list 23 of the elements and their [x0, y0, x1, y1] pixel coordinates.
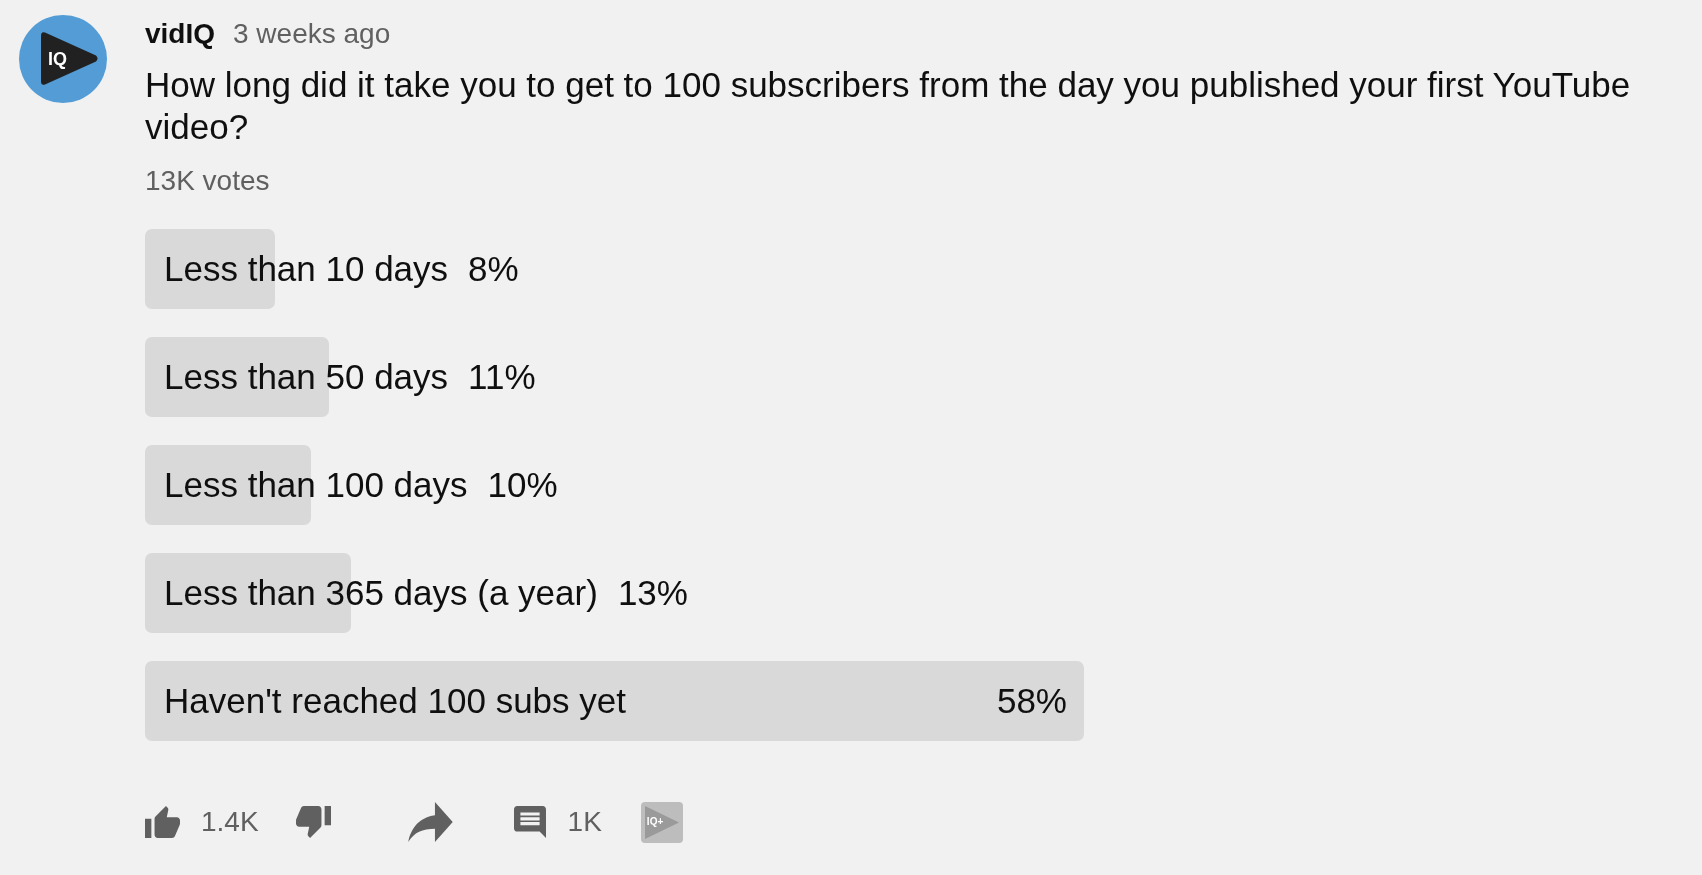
poll-option[interactable]: Haven't reached 100 subs yet 58% [145, 661, 1084, 741]
like-button[interactable] [145, 806, 180, 838]
poll-question: How long did it take you to get to 100 subscribers from the day you published your first YouTube video? [145, 64, 1632, 148]
channel-avatar[interactable]: IQ [19, 15, 107, 103]
share-button[interactable] [407, 802, 453, 842]
poll-option[interactable]: Less than 50 days 11% [145, 337, 1084, 417]
vote-count: 13K votes [145, 164, 270, 198]
poll-option[interactable]: Less than 10 days 8% [145, 229, 1084, 309]
dislike-button[interactable] [295, 806, 331, 838]
comment-icon [513, 806, 546, 838]
comment-count: 1K [567, 805, 602, 839]
logo-text: IQ [48, 50, 67, 68]
poll-option[interactable]: Less than 100 days 10% [145, 445, 1084, 525]
like-count: 1.4K [201, 805, 259, 839]
comment-button[interactable] [513, 806, 546, 838]
author-name[interactable]: vidIQ [145, 15, 215, 53]
post-time[interactable]: 3 weeks ago [233, 15, 391, 53]
play-icon [41, 32, 99, 85]
poll-option[interactable]: Less than 365 days (a year) 13% [145, 553, 1084, 633]
thumbs-up-icon [145, 806, 180, 838]
share-icon [407, 802, 453, 842]
thumbs-down-icon [295, 806, 331, 838]
play-icon [644, 805, 679, 839]
